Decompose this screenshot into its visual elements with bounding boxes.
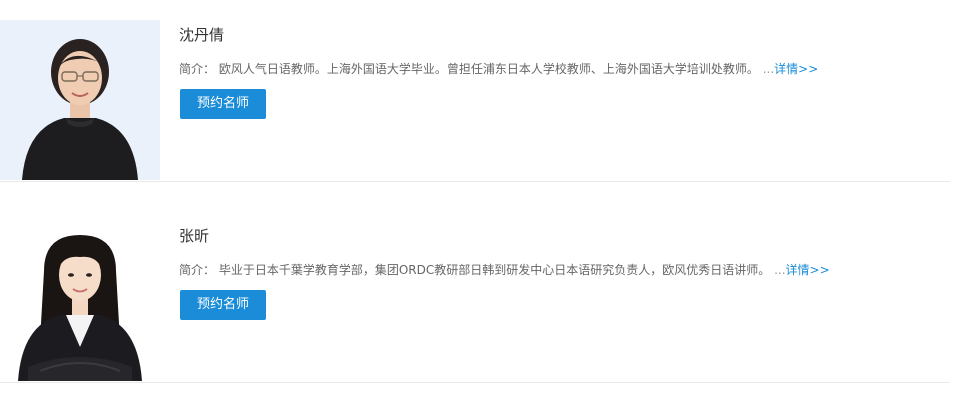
teacher-card: 沈丹倩 简介： 欧风人气日语教师。上海外国语大学毕业。曾担任浦东日本人学校教师、… [0,0,950,182]
teacher-name: 张昕 [179,227,210,245]
teacher-intro: 简介： 欧风人气日语教师。上海外国语大学毕业。曾担任浦东日本人学校教师、上海外国… [179,60,818,77]
teacher-photo[interactable] [0,20,160,180]
teacher-intro: 简介： 毕业于日本千葉学教育学部，集团ORDC教研部日韩到研发中心日本语研究负责… [179,261,830,278]
teacher-name: 沈丹倩 [179,26,225,44]
teacher-portrait-image [0,20,160,180]
intro-label: 简介： [179,263,216,277]
details-link[interactable]: 详情>> [774,62,818,76]
intro-text: 毕业于日本千葉学教育学部，集团ORDC教研部日韩到研发中心日本语研究负责人，欧风… [218,263,771,277]
intro-ellipsis: ... [762,62,775,76]
book-teacher-button[interactable]: 预约名师 [180,89,266,119]
details-link[interactable]: 详情>> [786,263,830,277]
book-teacher-button[interactable]: 预约名师 [180,290,266,320]
intro-text: 欧风人气日语教师。上海外国语大学毕业。曾担任浦东日本人学校教师、上海外国语大学培… [218,62,759,76]
intro-ellipsis: ... [774,263,786,277]
intro-label: 简介： [179,62,216,76]
teacher-photo[interactable] [0,221,160,381]
teacher-card: 张昕 简介： 毕业于日本千葉学教育学部，集团ORDC教研部日韩到研发中心日本语研… [0,201,950,383]
teacher-portrait-image [0,221,160,381]
